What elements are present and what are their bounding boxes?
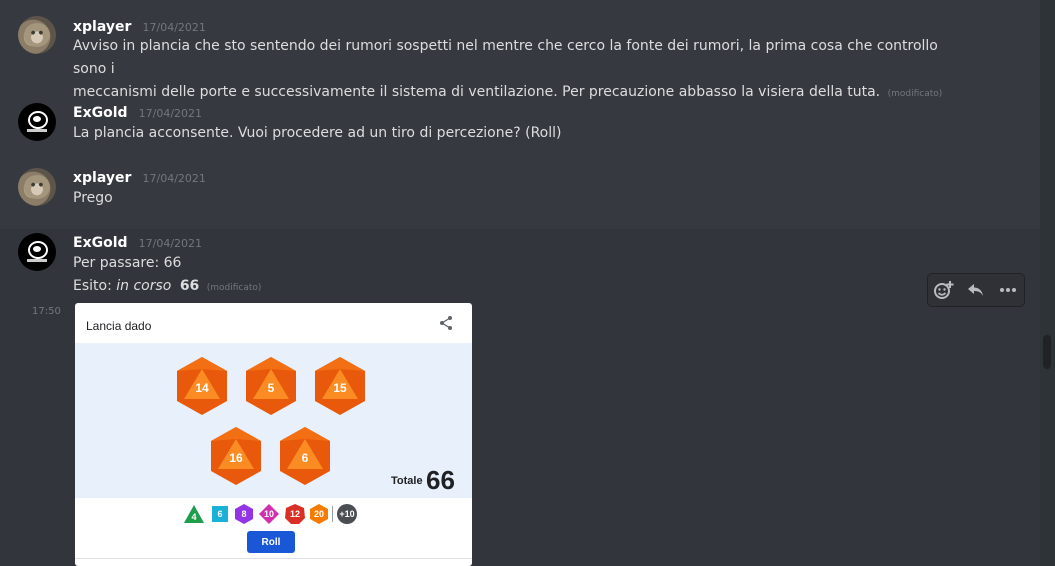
avatar-xplayer[interactable] bbox=[18, 16, 56, 54]
timestamp: 17/04/2021 bbox=[138, 237, 203, 250]
message-text: Per passare: 66 Esito: in corso 66 (modi… bbox=[73, 255, 262, 294]
message-1: xplayer 17/04/2021 Avviso in plancia che… bbox=[0, 10, 1040, 100]
die-result: 5 bbox=[243, 355, 299, 417]
dice-type-selector: 4 6 8 10 12 20 +10 bbox=[75, 503, 472, 527]
add-reaction-button[interactable] bbox=[928, 274, 960, 306]
esito-status: in corso bbox=[116, 278, 172, 294]
more-button[interactable] bbox=[992, 274, 1024, 306]
message-text: La plancia acconsente. Vuoi procedere ad… bbox=[73, 125, 562, 141]
d6-button[interactable]: 6 bbox=[209, 503, 231, 525]
timestamp: 17/04/2021 bbox=[138, 107, 203, 120]
scrollbar-thumb[interactable] bbox=[1043, 335, 1051, 369]
dice-card-header: Lancia dado bbox=[75, 303, 472, 343]
d8-button[interactable]: 8 bbox=[233, 503, 255, 525]
total-value: 66 bbox=[426, 465, 455, 495]
dice-card-title: Lancia dado bbox=[86, 319, 152, 333]
timestamp: 17/04/2021 bbox=[142, 172, 206, 185]
side-timestamp: 17:50 bbox=[32, 306, 61, 317]
message-text: Prego bbox=[73, 190, 113, 206]
die-result: 15 bbox=[312, 355, 368, 417]
reply-button[interactable] bbox=[960, 274, 992, 306]
divider bbox=[75, 558, 472, 559]
d12-button[interactable]: 12 bbox=[284, 503, 306, 525]
roll-button[interactable]: Roll bbox=[247, 531, 295, 553]
message-4: ExGold 17/04/2021 Per passare: 66 Esito:… bbox=[0, 225, 1040, 300]
d10-button[interactable]: 10 bbox=[258, 503, 280, 525]
die-result: 16 bbox=[208, 425, 264, 487]
avatar-exgold[interactable] bbox=[18, 103, 56, 141]
share-icon[interactable] bbox=[438, 315, 454, 331]
add-reaction-icon bbox=[934, 281, 954, 299]
divider bbox=[332, 506, 333, 522]
message-3: xplayer 17/04/2021 Prego bbox=[0, 160, 1040, 210]
avatar-exgold[interactable] bbox=[18, 233, 56, 271]
esito-value: 66 bbox=[179, 278, 200, 294]
plus-ten-button[interactable]: +10 bbox=[336, 503, 358, 525]
more-icon bbox=[1000, 288, 1016, 292]
avatar-xplayer[interactable] bbox=[18, 168, 56, 206]
d20-button[interactable]: 20 bbox=[308, 503, 330, 525]
die-result: 6 bbox=[277, 425, 333, 487]
total-label: Totale bbox=[391, 475, 423, 487]
username[interactable]: ExGold bbox=[73, 235, 128, 251]
dice-roller-card: Lancia dado 14 5 15 16 6 Totale 66 4 6 8… bbox=[75, 303, 472, 566]
username[interactable]: ExGold bbox=[73, 105, 128, 121]
edited-label: (modificato) bbox=[206, 283, 262, 293]
username[interactable]: xplayer bbox=[73, 170, 131, 186]
scrollbar-track[interactable] bbox=[1040, 0, 1055, 566]
d4-button[interactable]: 4 bbox=[183, 503, 205, 525]
reply-icon bbox=[968, 284, 983, 296]
message-toolbar bbox=[928, 274, 1024, 306]
timestamp: 17/04/2021 bbox=[142, 21, 206, 34]
die-result: 14 bbox=[174, 355, 230, 417]
username[interactable]: xplayer bbox=[73, 19, 131, 35]
message-2: ExGold 17/04/2021 La plancia acconsente.… bbox=[0, 95, 1040, 145]
